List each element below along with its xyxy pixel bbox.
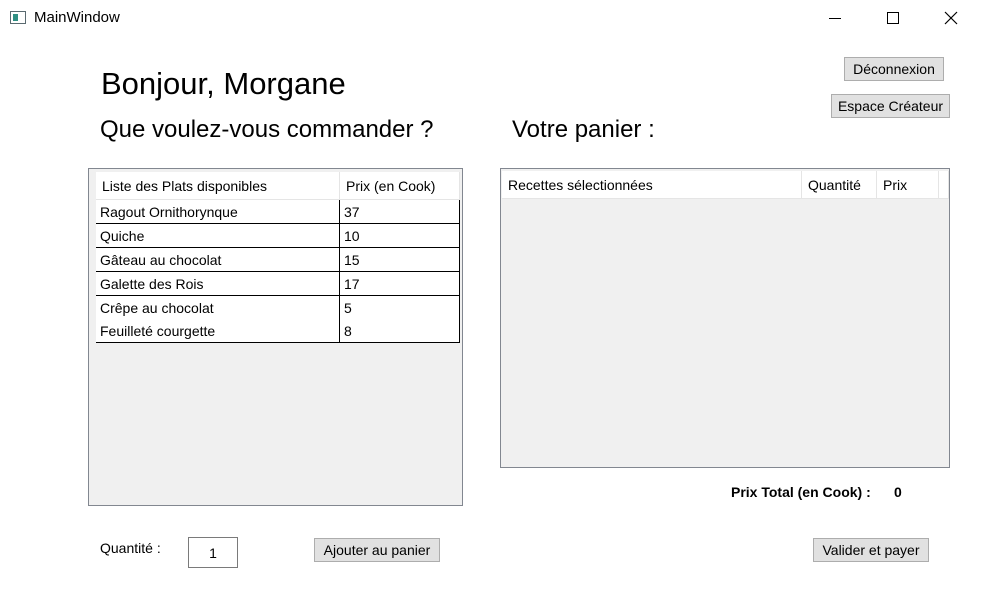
add-to-cart-button[interactable]: Ajouter au panier [314, 538, 440, 562]
dish-row[interactable]: Quiche 10 [96, 224, 460, 248]
dish-price: 5 [340, 296, 460, 320]
dish-row[interactable]: Crêpe au chocolat 5 [96, 296, 460, 320]
total-value: 0 [894, 484, 902, 500]
cart-list[interactable]: Recettes sélectionnées Quantité Prix [500, 168, 950, 468]
cart-column-header-filler [939, 171, 949, 199]
logout-button[interactable]: Déconnexion [844, 57, 944, 81]
dish-row[interactable]: Ragout Ornithorynque 37 [96, 200, 460, 224]
dish-name: Galette des Rois [96, 272, 340, 296]
dish-price: 8 [340, 319, 460, 343]
greeting-text: Bonjour, Morgane [101, 66, 346, 101]
cart-heading: Votre panier : [512, 116, 655, 143]
dish-price: 17 [340, 272, 460, 296]
title-bar: MainWindow [0, 0, 981, 36]
dish-name: Ragout Ornithorynque [96, 200, 340, 224]
cart-column-header-recipes[interactable]: Recettes sélectionnées [502, 171, 802, 199]
app-icon [10, 11, 26, 24]
cart-column-header-quantity[interactable]: Quantité [802, 171, 877, 199]
dish-price: 37 [340, 200, 460, 224]
dishes-column-header-price[interactable]: Prix (en Cook) [340, 172, 460, 200]
dishes-list[interactable]: Liste des Plats disponibles Prix (en Coo… [88, 168, 463, 506]
quantity-label: Quantité : [100, 540, 161, 556]
maximize-icon [887, 12, 899, 24]
validate-and-pay-button[interactable]: Valider et payer [813, 538, 929, 562]
dish-row[interactable]: Feuilleté courgette 8 [96, 319, 460, 343]
dish-row[interactable]: Galette des Rois 17 [96, 272, 460, 296]
minimize-icon [829, 18, 841, 19]
creator-space-button[interactable]: Espace Créateur [831, 94, 950, 118]
quantity-input[interactable] [188, 537, 238, 568]
close-button[interactable] [922, 0, 980, 36]
dish-row[interactable]: Gâteau au chocolat 15 [96, 248, 460, 272]
window-title: MainWindow [34, 9, 120, 26]
close-icon [944, 11, 958, 25]
dish-name: Quiche [96, 224, 340, 248]
order-heading: Que voulez-vous commander ? [100, 116, 434, 143]
cart-column-header-price[interactable]: Prix [877, 171, 939, 199]
dish-name: Feuilleté courgette [96, 319, 340, 343]
total-label: Prix Total (en Cook) : [731, 484, 871, 500]
maximize-button[interactable] [864, 0, 922, 36]
dish-name: Gâteau au chocolat [96, 248, 340, 272]
minimize-button[interactable] [806, 0, 864, 36]
dish-price: 15 [340, 248, 460, 272]
dishes-column-header-name[interactable]: Liste des Plats disponibles [96, 172, 340, 200]
dish-name: Crêpe au chocolat [96, 296, 340, 320]
dish-price: 10 [340, 224, 460, 248]
